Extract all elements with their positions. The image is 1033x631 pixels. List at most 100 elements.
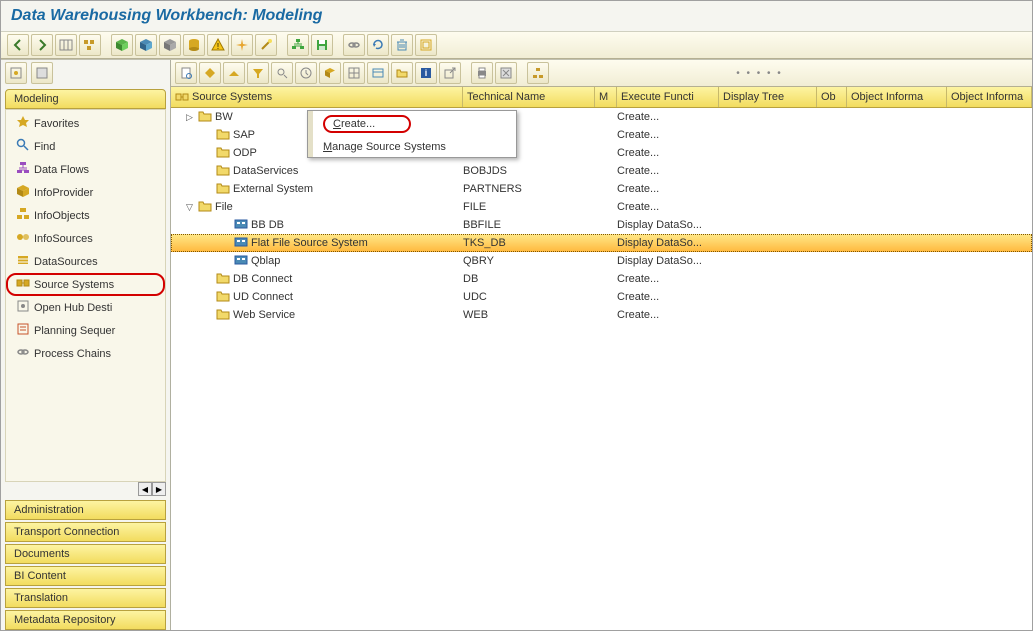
scroll-right-btn[interactable]: ▶: [152, 482, 166, 496]
tree-label: DB Connect: [233, 273, 292, 285]
nav-item-openhub[interactable]: Open Hub Desti: [6, 296, 165, 319]
col-m[interactable]: M: [595, 87, 617, 107]
tree-row[interactable]: ▽File FILE Create...: [171, 198, 1032, 216]
tree-row[interactable]: DataServices BOBJDS Create...: [171, 162, 1032, 180]
bottom-btn-transport-connection[interactable]: Transport Connection: [5, 522, 166, 542]
ctx-item-create[interactable]: Create...: [313, 111, 516, 137]
execute-function[interactable]: Create...: [617, 129, 719, 141]
sub-hierarchy-icon[interactable]: [527, 62, 549, 84]
tree-layout-icon[interactable]: [79, 34, 101, 56]
nav-item-infoprov[interactable]: InfoProvider: [6, 181, 165, 204]
col-display-tree[interactable]: Display Tree: [719, 87, 817, 107]
sub-close-icon[interactable]: [495, 62, 517, 84]
tree-icon[interactable]: [287, 34, 309, 56]
execute-function[interactable]: Create...: [617, 273, 719, 285]
sub-history-icon[interactable]: [295, 62, 317, 84]
execute-function[interactable]: Create...: [617, 201, 719, 213]
ctx-item-manage-source-systems[interactable]: Manage Source Systems: [313, 137, 516, 157]
bottom-btn-administration[interactable]: Administration: [5, 500, 166, 520]
refresh-icon[interactable]: [367, 34, 389, 56]
col-obj-info1[interactable]: Object Informa: [847, 87, 947, 107]
left-tool1-icon[interactable]: [5, 62, 27, 84]
nav-item-infosrc[interactable]: InfoSources: [6, 227, 165, 250]
col-execute[interactable]: Execute Functi: [617, 87, 719, 107]
tech-name: BBFILE: [463, 219, 595, 231]
nav-item-chain[interactable]: Process Chains: [6, 342, 165, 365]
sub-doc-icon[interactable]: [175, 62, 197, 84]
sub-collapse-all-icon[interactable]: [223, 62, 245, 84]
tree-row[interactable]: Web Service WEB Create...: [171, 306, 1032, 324]
scroll-left-btn[interactable]: ◀: [138, 482, 152, 496]
left-tool2-icon[interactable]: [31, 62, 53, 84]
nav-item-infoobj[interactable]: InfoObjects: [6, 204, 165, 227]
find-icon: [16, 138, 30, 155]
tree-row[interactable]: SAP Create...: [171, 126, 1032, 144]
db-icon[interactable]: [183, 34, 205, 56]
tree-row[interactable]: Flat File Source System TKS_DB Display D…: [171, 234, 1032, 252]
sub-find-icon[interactable]: [271, 62, 293, 84]
execute-function[interactable]: Create...: [617, 165, 719, 177]
execute-function[interactable]: Display DataSo...: [617, 255, 719, 267]
tree-row[interactable]: DB Connect DB Create...: [171, 270, 1032, 288]
bottom-btn-translation[interactable]: Translation: [5, 588, 166, 608]
sub-folder-open-icon[interactable]: [391, 62, 413, 84]
tree-row[interactable]: Qblap QBRY Display DataSo...: [171, 252, 1032, 270]
col-obj-info2[interactable]: Object Informa: [947, 87, 1032, 107]
wand-icon[interactable]: [255, 34, 277, 56]
tech-name: WEB: [463, 309, 595, 321]
cube-blue-icon[interactable]: [135, 34, 157, 56]
nav-item-dataflow[interactable]: Data Flows: [6, 158, 165, 181]
execute-function[interactable]: Create...: [617, 147, 719, 159]
link-icon[interactable]: [343, 34, 365, 56]
tree-body[interactable]: ▷BW Create... SAP Create... ODP ODP Crea…: [171, 108, 1032, 630]
nav-item-find[interactable]: Find: [6, 135, 165, 158]
tech-name: UDC: [463, 291, 595, 303]
sparkle-icon[interactable]: [231, 34, 253, 56]
sub-filter-icon[interactable]: [247, 62, 269, 84]
tech-name: QBRY: [463, 255, 595, 267]
sub-window-icon[interactable]: [367, 62, 389, 84]
folder-icon: [198, 200, 212, 215]
cube-green-icon[interactable]: [111, 34, 133, 56]
cube-gray-icon[interactable]: [159, 34, 181, 56]
tech-name: FILE: [463, 201, 595, 213]
bottom-btn-documents[interactable]: Documents: [5, 544, 166, 564]
execute-function[interactable]: Create...: [617, 291, 719, 303]
nav-item-datasrc[interactable]: DataSources: [6, 250, 165, 273]
tree-row[interactable]: External System PARTNERS Create...: [171, 180, 1032, 198]
execute-function[interactable]: Create...: [617, 309, 719, 321]
execute-function[interactable]: Display DataSo...: [617, 219, 719, 231]
tree-row[interactable]: ▷BW Create...: [171, 108, 1032, 126]
bottom-btn-metadata-repository[interactable]: Metadata Repository: [5, 610, 166, 630]
col-ob[interactable]: Ob: [817, 87, 847, 107]
nav-item-favorites[interactable]: Favorites: [6, 112, 165, 135]
warning-icon[interactable]: !: [207, 34, 229, 56]
tree-row[interactable]: ODP ODP Create...: [171, 144, 1032, 162]
col-technical-name[interactable]: Technical Name: [463, 87, 595, 107]
forward-button[interactable]: [31, 34, 53, 56]
save-icon[interactable]: [311, 34, 333, 56]
tree-row[interactable]: UD Connect UDC Create...: [171, 288, 1032, 306]
columns-icon[interactable]: [55, 34, 77, 56]
sub-expand-all-icon[interactable]: [199, 62, 221, 84]
tree-label: UD Connect: [233, 291, 293, 303]
expander-closed-icon[interactable]: ▷: [184, 112, 195, 123]
right-pane: i • • • • • Source Systems Technical Nam…: [171, 60, 1032, 630]
nav-item-planseq[interactable]: Planning Sequer: [6, 319, 165, 342]
trash-icon[interactable]: [391, 34, 413, 56]
sub-info-icon[interactable]: i: [415, 62, 437, 84]
nav-item-sourcesys[interactable]: Source Systems: [6, 273, 165, 296]
col-source-systems[interactable]: Source Systems: [171, 87, 463, 107]
execute-function[interactable]: Create...: [617, 183, 719, 195]
back-button[interactable]: [7, 34, 29, 56]
sub-print-icon[interactable]: [471, 62, 493, 84]
bottom-btn-bi-content[interactable]: BI Content: [5, 566, 166, 586]
execute-function[interactable]: Create...: [617, 111, 719, 123]
expander-open-icon[interactable]: ▽: [184, 202, 195, 213]
sub-cube-icon[interactable]: [319, 62, 341, 84]
sub-external-icon[interactable]: [439, 62, 461, 84]
nested-sq-icon[interactable]: [415, 34, 437, 56]
tree-row[interactable]: BB DB BBFILE Display DataSo...: [171, 216, 1032, 234]
sub-grid-icon[interactable]: [343, 62, 365, 84]
execute-function[interactable]: Display DataSo...: [617, 237, 719, 249]
